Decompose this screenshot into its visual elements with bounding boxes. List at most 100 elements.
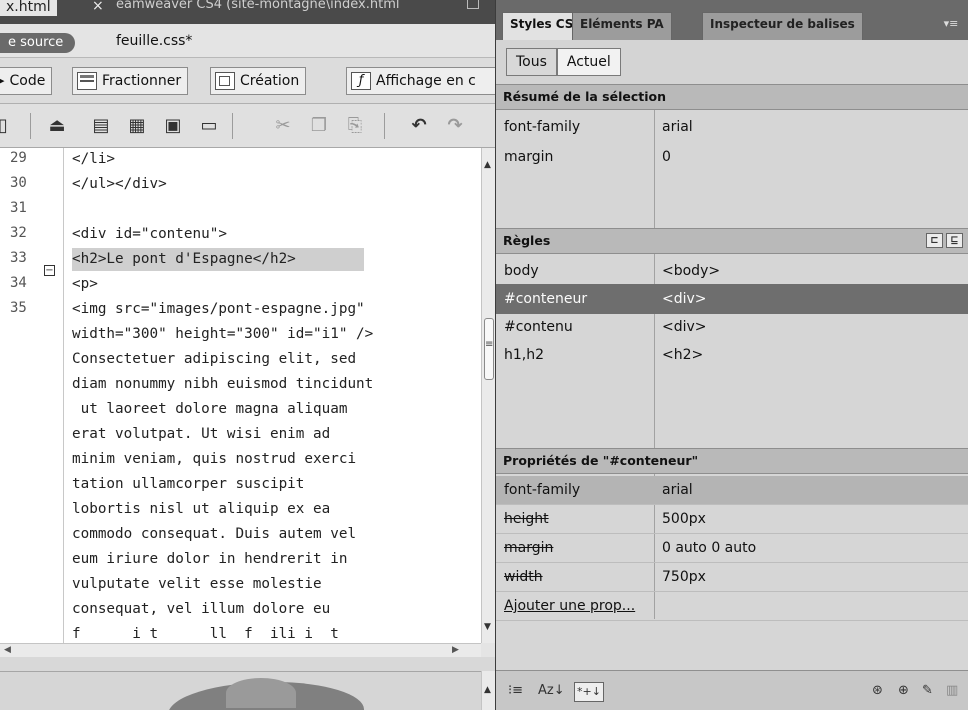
coding-toolbar: ▯ ⏏ ▤ ▦ ▣ ▭ ✂ ❐ ⎘ ↶ ↷ (0, 104, 495, 148)
rules-header: Règles ⊏ ⊑ (496, 228, 968, 254)
summary-property: margin (504, 149, 554, 165)
set-properties-view-icon[interactable]: *+↓ (574, 682, 604, 702)
panel-menu-icon[interactable]: ▾≡ (941, 17, 961, 33)
undo-icon[interactable]: ↶ (408, 115, 430, 137)
property-value[interactable]: 0 auto 0 auto (662, 534, 756, 563)
server-icon[interactable]: ▤ (90, 115, 112, 137)
all-mode-button[interactable]: Tous (506, 48, 557, 76)
property-value[interactable]: arial (662, 476, 693, 505)
live-view-button[interactable]: ƒ Affichage en c (346, 67, 495, 95)
summary-list: font-family arial margin 0 (496, 110, 968, 228)
scroll-up-icon[interactable]: ▲ (484, 685, 491, 695)
code-line: Consectetuer adipiscing elit, sed (72, 351, 357, 367)
code-horizontal-scrollbar[interactable]: ◀ ▶ (0, 643, 481, 657)
document-view-toolbar: ▸ Code Fractionner Création ƒ Affichage … (0, 58, 495, 104)
current-mode-button[interactable]: Actuel (556, 48, 621, 76)
close-tab-icon[interactable]: × (92, 0, 104, 14)
line-number: 34 (10, 275, 27, 291)
rules-title: Règles (503, 233, 551, 248)
file-management-icon[interactable]: ▣ (162, 115, 184, 137)
scroll-down-icon[interactable]: ▼ (484, 622, 491, 632)
rule-selector: #conteneur (504, 291, 588, 307)
attach-stylesheet-icon[interactable]: ⊛ (872, 682, 883, 700)
rule-row-selected[interactable]: #conteneur <div> (496, 284, 968, 314)
property-row[interactable]: width 750px (496, 563, 968, 592)
paste-icon[interactable]: ⎘ (344, 115, 366, 137)
scroll-right-icon[interactable]: ▶ (452, 645, 459, 655)
line-number: 33 (10, 250, 27, 266)
design-preview[interactable] (0, 671, 481, 710)
code-line: minim veniam, quis nostrud exerci (72, 451, 357, 467)
add-property-row[interactable]: Ajouter une prop... (496, 592, 968, 621)
line-number: 35 (10, 300, 27, 316)
tab-tag-inspector[interactable]: Inspecteur de balises (702, 12, 863, 40)
rule-selector: h1,h2 (504, 347, 545, 363)
summary-value: 0 (662, 149, 671, 165)
split-view-button[interactable]: Fractionner (72, 67, 189, 95)
code-line-selected: <h2>Le pont d'Espagne</h2> (72, 248, 364, 271)
category-view-icon[interactable]: ⁝≡ (508, 682, 523, 700)
live-view-label: Affichage en c (376, 73, 476, 89)
property-value[interactable]: 500px (662, 505, 706, 534)
scroll-left-icon[interactable]: ◀ (4, 645, 11, 655)
new-css-rule-icon[interactable]: ⊕ (898, 682, 909, 700)
summary-row[interactable]: font-family arial (496, 112, 968, 142)
code-line: </li> (72, 151, 116, 167)
property-row[interactable]: height 500px (496, 505, 968, 534)
design-view-button[interactable]: Création (210, 67, 307, 95)
code-line: commodo consequat. Duis autem vel (72, 526, 357, 542)
copy-icon[interactable]: ❐ (308, 115, 330, 137)
live-view-icon: ƒ (351, 72, 371, 90)
summary-property: font-family (504, 119, 581, 135)
alphabetical-view-icon[interactable]: Az↓ (538, 682, 565, 700)
properties-header: Propriétés de "#conteneur" (496, 448, 968, 474)
property-value[interactable]: 750px (662, 563, 706, 592)
rule-row[interactable]: body <body> (496, 256, 968, 286)
edit-rule-icon[interactable]: ✎ (922, 682, 933, 700)
show-cascade-icon[interactable]: ⊏ (926, 233, 943, 248)
code-view-button[interactable]: ▸ Code (0, 67, 53, 95)
related-file-css[interactable]: feuille.css* (116, 33, 192, 49)
cut-icon[interactable]: ✂ (272, 115, 294, 137)
summary-header: Résumé de la sélection (496, 84, 968, 110)
css-styles-panel: Styles CSS Eléments PA Inspecteur de bal… (495, 0, 968, 710)
scroll-thumb[interactable] (484, 318, 494, 380)
document-tab-bar: x.html × eamweaver CS4 (site-montagne\in… (0, 0, 495, 24)
rule-row[interactable]: h1,h2 <h2> (496, 340, 968, 370)
property-row[interactable]: font-family arial (496, 476, 968, 505)
browse-icon[interactable]: ▦ (126, 115, 148, 137)
scroll-up-icon[interactable]: ▲ (484, 160, 491, 170)
restore-window-icon[interactable] (467, 0, 479, 9)
rule-row[interactable]: #contenu <div> (496, 312, 968, 342)
property-name-overridden: margin (504, 540, 554, 556)
delete-rule-icon[interactable]: ▥ (946, 682, 958, 700)
partial-icon[interactable]: ⏏ (46, 115, 68, 137)
toolbar-edge-icon: ▯ (0, 115, 8, 136)
collapse-icon[interactable]: − (44, 265, 55, 276)
add-property-link[interactable]: Ajouter une prop... (504, 592, 635, 621)
code-vertical-scrollbar[interactable]: ▲ ▼ (481, 148, 495, 643)
property-row[interactable]: margin 0 auto 0 auto (496, 534, 968, 563)
rule-tag: <div> (662, 291, 707, 307)
summary-value: arial (662, 119, 693, 135)
document-tab[interactable]: x.html (0, 0, 57, 16)
line-number: 32 (10, 225, 27, 241)
rule-tag: <div> (662, 319, 707, 335)
code-editor-panel: x.html × eamweaver CS4 (site-montagne\in… (0, 0, 495, 710)
code-line: eum iriure dolor in hendrerit in (72, 551, 348, 567)
rules-list: body <body> #conteneur <div> #contenu <d… (496, 254, 968, 448)
show-info-icon[interactable]: ⊑ (946, 233, 963, 248)
preview-scrollbar[interactable]: ▲ (481, 671, 495, 710)
save-icon[interactable]: ▭ (198, 115, 220, 137)
tab-ap-elements[interactable]: Eléments PA (572, 12, 672, 40)
code-view[interactable]: 29 30 31 32 33 34 35 − </li> </ul></div>… (0, 148, 481, 643)
summary-row[interactable]: margin 0 (496, 142, 968, 172)
code-line: consequat, vel illum dolore eu (72, 601, 331, 617)
rule-selector: #contenu (504, 319, 573, 335)
rule-selector: body (504, 263, 539, 279)
rule-tag: <body> (662, 263, 721, 279)
source-code-button[interactable]: e source (0, 33, 76, 53)
split-view-icon (77, 72, 97, 90)
redo-icon[interactable]: ↷ (444, 115, 466, 137)
code-line: </ul></div> (72, 176, 167, 192)
